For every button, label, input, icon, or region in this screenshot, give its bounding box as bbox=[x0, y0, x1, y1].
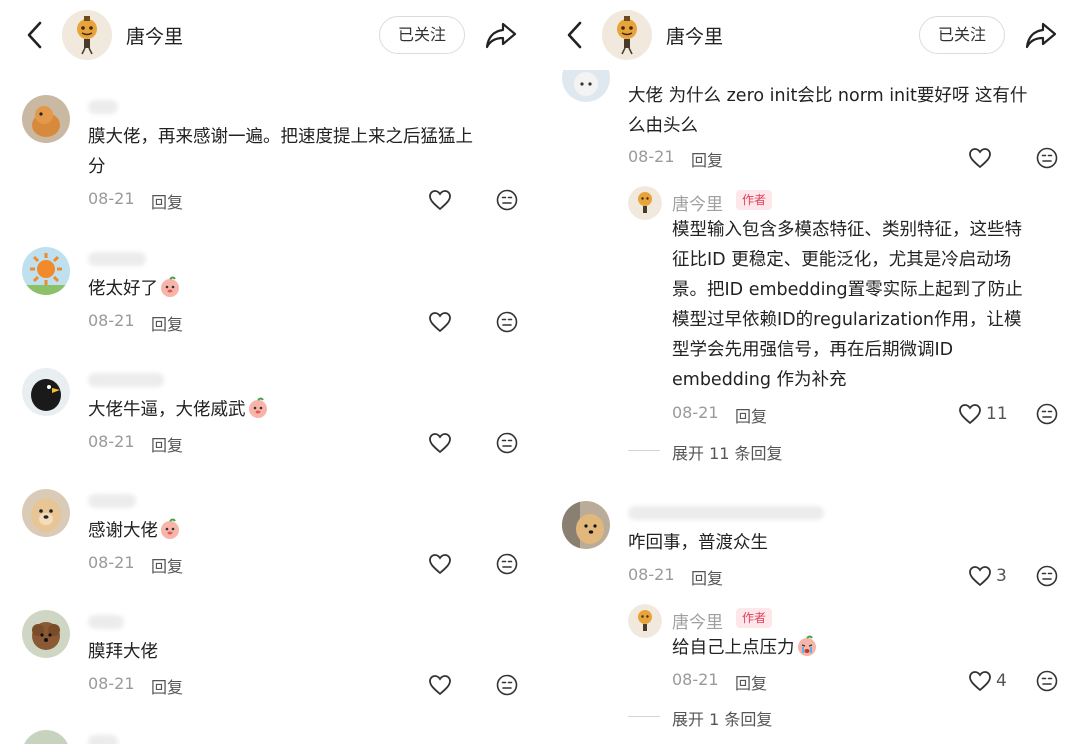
comment-text: 大佬牛逼，大佬威武 bbox=[88, 395, 269, 425]
reply-date: 08-21 bbox=[672, 670, 719, 689]
comment-date: 08-21 bbox=[628, 565, 675, 584]
username-blurred bbox=[628, 506, 824, 520]
like-count: 3 bbox=[996, 566, 1007, 586]
expand-replies-button[interactable]: 展开 1 条回复 bbox=[672, 706, 772, 730]
emoji-reaction-icon[interactable] bbox=[1036, 670, 1058, 692]
heart-icon[interactable] bbox=[428, 189, 452, 211]
username-blurred bbox=[88, 100, 118, 114]
reply-date: 08-21 bbox=[672, 403, 719, 422]
reply-button[interactable]: 回复 bbox=[691, 565, 723, 589]
comment-text: 佬太好了 bbox=[88, 274, 181, 304]
emoji-reaction-icon[interactable] bbox=[496, 311, 518, 333]
reply-button[interactable]: 回复 bbox=[151, 311, 183, 335]
like-count: 11 bbox=[986, 404, 1008, 424]
username-blurred bbox=[88, 735, 118, 744]
peach-emoji-icon bbox=[159, 518, 181, 540]
like-count: 4 bbox=[996, 671, 1007, 691]
emoji-reaction-icon[interactable] bbox=[496, 189, 518, 211]
reply-button[interactable]: 回复 bbox=[151, 189, 183, 213]
heart-icon[interactable] bbox=[958, 403, 982, 425]
avatar[interactable] bbox=[22, 368, 70, 416]
heart-icon[interactable] bbox=[428, 553, 452, 575]
back-icon[interactable] bbox=[24, 20, 46, 50]
comment-pane-left: 唐今里 已关注 膜大佬，再来感谢一遍。把速度提上来之后猛猛上 分 08-21 回… bbox=[0, 0, 540, 744]
comment-text: 膜拜大佬 bbox=[88, 642, 158, 662]
comment-text: 咋回事，普渡众生 bbox=[628, 533, 768, 553]
back-icon[interactable] bbox=[564, 20, 586, 50]
comment-date: 08-21 bbox=[88, 674, 135, 693]
reply-text: 模型输入包含多模态特征、类别特征，这些特 征比ID 更稳定、更能泛化，尤其是冷启… bbox=[672, 220, 1023, 390]
author-avatar[interactable] bbox=[62, 10, 112, 60]
username-blurred bbox=[88, 373, 164, 387]
reply-button[interactable]: 回复 bbox=[691, 147, 723, 171]
heart-icon[interactable] bbox=[428, 432, 452, 454]
comment-text: 膜大佬，再来感谢一遍。把速度提上来之后猛猛上 分 bbox=[88, 127, 473, 177]
comment-text: 大佬 为什么 zero init会比 norm init要好呀 这有什 么由头么 bbox=[628, 86, 1028, 136]
emoji-reaction-icon[interactable] bbox=[496, 553, 518, 575]
reply-button[interactable]: 回复 bbox=[151, 674, 183, 698]
peach-emoji-icon bbox=[247, 397, 269, 419]
comment-date: 08-21 bbox=[88, 189, 135, 208]
author-name[interactable]: 唐今里 bbox=[126, 22, 183, 49]
follow-button[interactable]: 已关注 bbox=[379, 16, 465, 54]
author-reply-avatar[interactable] bbox=[628, 186, 662, 220]
heart-icon[interactable] bbox=[968, 147, 992, 169]
comment-date: 08-21 bbox=[628, 147, 675, 166]
author-name[interactable]: 唐今里 bbox=[666, 22, 723, 49]
heart-icon[interactable] bbox=[968, 565, 992, 587]
avatar[interactable] bbox=[22, 247, 70, 295]
expand-replies-button[interactable]: 展开 11 条回复 bbox=[672, 440, 783, 464]
emoji-reaction-icon[interactable] bbox=[1036, 147, 1058, 169]
avatar[interactable] bbox=[562, 501, 610, 549]
reply-button[interactable]: 回复 bbox=[151, 553, 183, 577]
avatar[interactable] bbox=[22, 610, 70, 658]
author-avatar[interactable] bbox=[602, 10, 652, 60]
reply-button[interactable]: 回复 bbox=[735, 403, 767, 427]
reply-button[interactable]: 回复 bbox=[151, 432, 183, 456]
emoji-reaction-icon[interactable] bbox=[1036, 565, 1058, 587]
heart-icon[interactable] bbox=[968, 670, 992, 692]
share-icon[interactable] bbox=[1024, 18, 1058, 52]
username-blurred bbox=[88, 252, 146, 266]
reply-author-name[interactable]: 唐今里 bbox=[672, 190, 723, 215]
avatar[interactable] bbox=[22, 489, 70, 537]
comment-date: 08-21 bbox=[88, 432, 135, 451]
share-icon[interactable] bbox=[484, 18, 518, 52]
heart-icon[interactable] bbox=[428, 311, 452, 333]
comment-date: 08-21 bbox=[88, 311, 135, 330]
username-blurred bbox=[88, 615, 124, 629]
reply-author-name[interactable]: 唐今里 bbox=[672, 608, 723, 633]
follow-button[interactable]: 已关注 bbox=[919, 16, 1005, 54]
reply-button[interactable]: 回复 bbox=[735, 670, 767, 694]
comment-pane-right: 唐今里 已关注 大佬 为什么 zero init会比 norm init要好呀 … bbox=[540, 0, 1080, 744]
reply-text: 给自己上点压力 bbox=[672, 633, 818, 663]
emoji-reaction-icon[interactable] bbox=[496, 432, 518, 454]
author-badge: 作者 bbox=[736, 608, 773, 628]
expand-divider bbox=[628, 716, 660, 717]
emoji-reaction-icon[interactable] bbox=[1036, 403, 1058, 425]
emoji-reaction-icon[interactable] bbox=[496, 674, 518, 696]
expand-divider bbox=[628, 450, 660, 451]
top-bar: 唐今里 已关注 bbox=[0, 0, 540, 70]
top-bar: 唐今里 已关注 bbox=[540, 0, 1080, 70]
crying-emoji-icon bbox=[796, 635, 818, 657]
username-blurred bbox=[88, 494, 136, 508]
peach-emoji-icon bbox=[159, 276, 181, 298]
comment-date: 08-21 bbox=[88, 553, 135, 572]
author-reply-avatar[interactable] bbox=[628, 604, 662, 638]
comment-text: 感谢大佬 bbox=[88, 516, 181, 546]
heart-icon[interactable] bbox=[428, 674, 452, 696]
avatar[interactable] bbox=[22, 95, 70, 143]
author-badge: 作者 bbox=[736, 190, 773, 210]
avatar[interactable] bbox=[22, 730, 70, 744]
